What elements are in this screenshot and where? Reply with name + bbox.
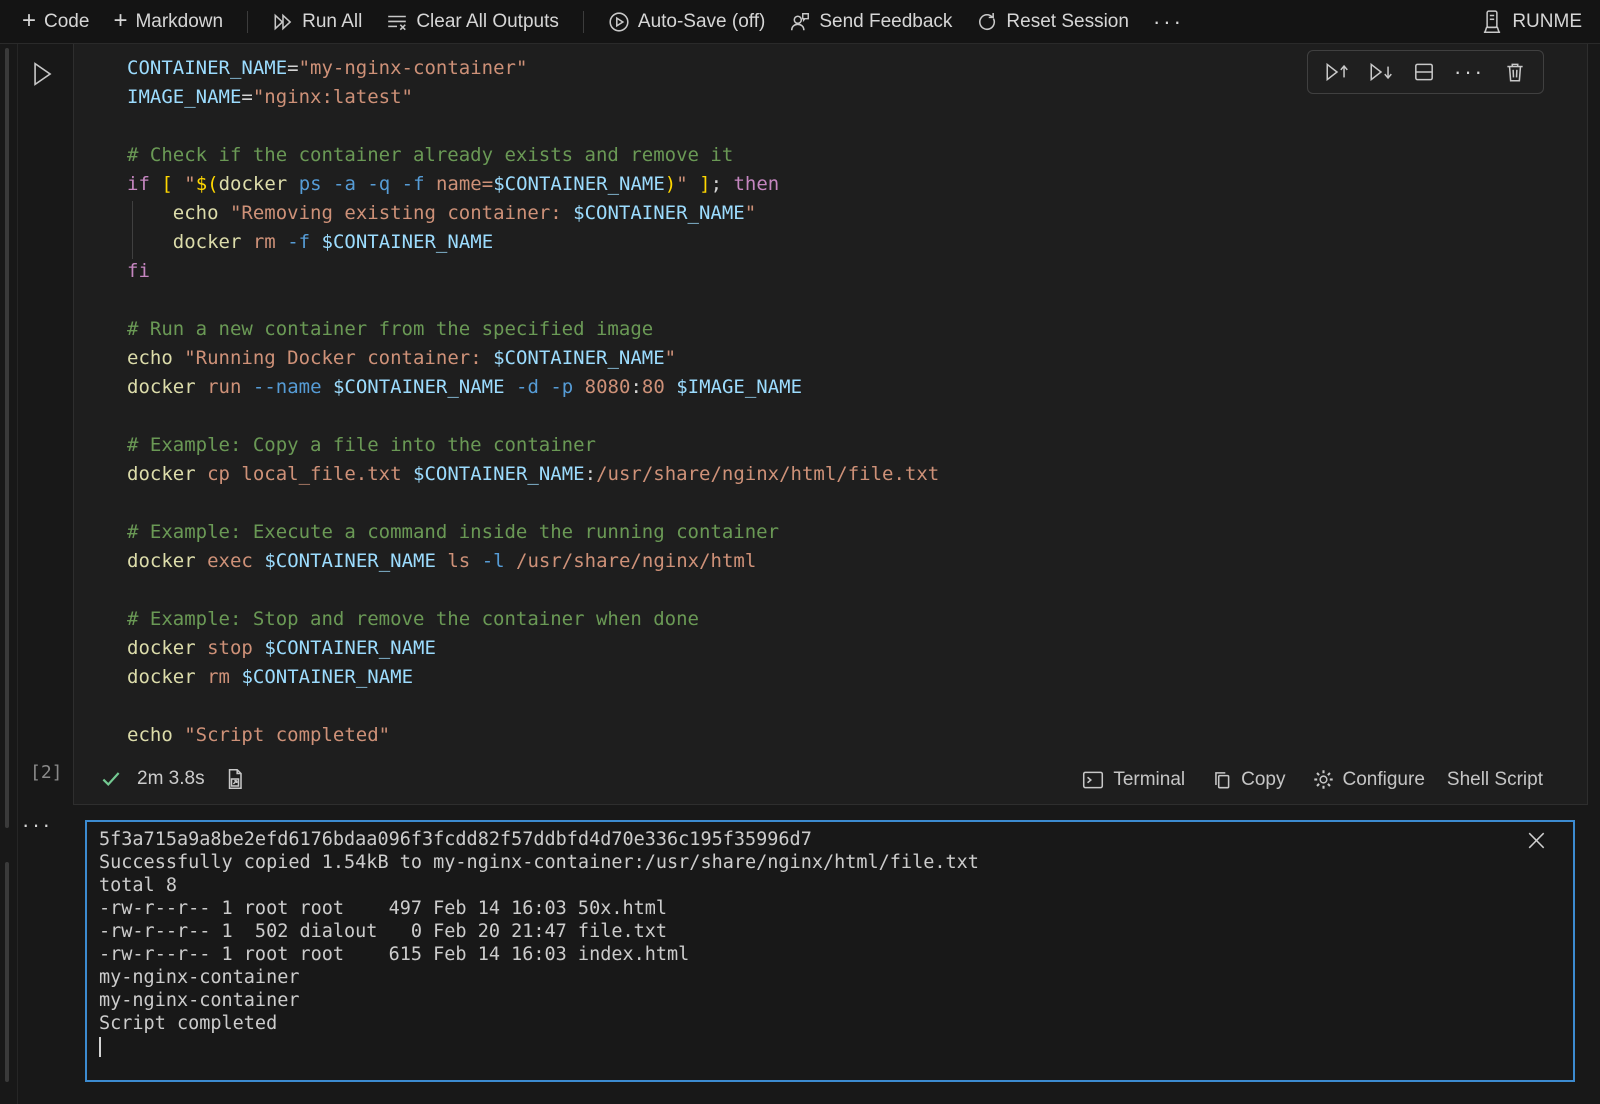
indent-guide bbox=[132, 201, 133, 259]
terminal-button[interactable]: Terminal bbox=[1075, 765, 1191, 795]
reset-session-label: Reset Session bbox=[1006, 11, 1129, 33]
code-line: docker run --name $CONTAINER_NAME -d -p … bbox=[127, 373, 1579, 402]
run-cell-button[interactable] bbox=[28, 58, 58, 90]
cell-status-left: 2m 3.8s bbox=[99, 763, 251, 795]
output-line: 5f3a715a9a8be2efd6176bdaa096f3fcdd82f57d… bbox=[99, 828, 1561, 851]
output-line: -rw-r--r-- 1 502 dialout 0 Feb 20 21:47 … bbox=[99, 920, 1561, 943]
output-line: Script completed bbox=[99, 1012, 1561, 1035]
success-check-icon bbox=[99, 768, 123, 790]
split-cell-button[interactable] bbox=[1408, 56, 1440, 88]
add-code-button[interactable]: + Code bbox=[14, 5, 97, 39]
terminal-label: Terminal bbox=[1113, 769, 1185, 791]
send-feedback-label: Send Feedback bbox=[819, 11, 952, 33]
copy-icon bbox=[1211, 769, 1233, 791]
auto-save-label: Auto-Save (off) bbox=[638, 11, 765, 33]
close-output-button[interactable]: × bbox=[1524, 826, 1549, 856]
terminal-output: 5f3a715a9a8be2efd6176bdaa096f3fcdd82f57d… bbox=[99, 828, 1561, 1057]
reset-session-icon bbox=[976, 11, 998, 33]
toolbar-more-button[interactable]: ··· bbox=[1145, 5, 1192, 39]
clear-all-outputs-label: Clear All Outputs bbox=[416, 11, 559, 33]
run-all-label: Run All bbox=[302, 11, 362, 33]
code-line: docker rm -f $CONTAINER_NAME bbox=[127, 228, 1579, 257]
output-line: total 8 bbox=[99, 874, 1561, 897]
toolbar-left-group: + Code + Markdown Run All Clear All Outp… bbox=[0, 5, 1192, 39]
reset-session-button[interactable]: Reset Session bbox=[968, 5, 1137, 39]
more-icon: ··· bbox=[1454, 59, 1485, 84]
code-line: docker rm $CONTAINER_NAME bbox=[127, 663, 1579, 692]
execution-order-label: [2] bbox=[30, 762, 63, 783]
cell-language-label: Shell Script bbox=[1445, 765, 1545, 795]
send-feedback-button[interactable]: Send Feedback bbox=[781, 5, 960, 39]
auto-save-icon bbox=[608, 11, 630, 33]
auto-save-toggle[interactable]: Auto-Save (off) bbox=[600, 5, 773, 39]
cell-status-right: Terminal Copy Configure Shell Script bbox=[1075, 764, 1545, 795]
code-line: # Check if the container already exists … bbox=[127, 141, 1579, 170]
more-icon: ··· bbox=[22, 812, 53, 837]
code-line: # Example: Execute a command inside the … bbox=[127, 518, 1579, 547]
code-line: docker stop $CONTAINER_NAME bbox=[127, 634, 1579, 663]
code-line bbox=[127, 576, 1579, 605]
terminal-icon bbox=[1081, 769, 1105, 791]
code-editor[interactable]: CONTAINER_NAME="my-nginx-container"IMAGE… bbox=[127, 54, 1579, 750]
open-stats-button[interactable] bbox=[219, 763, 251, 795]
runme-logo-icon bbox=[1480, 9, 1504, 35]
code-line: echo "Removing existing container: $CONT… bbox=[127, 199, 1579, 228]
add-code-label: Code bbox=[44, 11, 89, 33]
code-line bbox=[127, 489, 1579, 518]
code-line bbox=[127, 692, 1579, 721]
delete-cell-button[interactable] bbox=[1499, 56, 1531, 88]
output-line: my-nginx-container bbox=[99, 989, 1561, 1012]
notebook-window: + Code + Markdown Run All Clear All Outp… bbox=[0, 0, 1600, 1104]
output-line: -rw-r--r-- 1 root root 615 Feb 14 16:03 … bbox=[99, 943, 1561, 966]
configure-label: Configure bbox=[1343, 769, 1425, 791]
copy-label: Copy bbox=[1241, 769, 1285, 791]
clear-all-outputs-button[interactable]: Clear All Outputs bbox=[378, 5, 567, 39]
notebook-toolbar: + Code + Markdown Run All Clear All Outp… bbox=[0, 0, 1600, 44]
kernel-label: RUNME bbox=[1512, 11, 1582, 33]
code-line: echo "Script completed" bbox=[127, 721, 1579, 750]
clear-outputs-icon bbox=[386, 12, 408, 32]
gutter-divider bbox=[17, 44, 18, 1104]
code-line: # Run a new container from the specified… bbox=[127, 315, 1579, 344]
plus-icon: + bbox=[113, 9, 127, 33]
output-line: my-nginx-container bbox=[99, 966, 1561, 989]
code-line: echo "Running Docker container: $CONTAIN… bbox=[127, 344, 1579, 373]
cell-focus-indicator[interactable] bbox=[5, 48, 9, 828]
code-line: fi bbox=[127, 257, 1579, 286]
output-line: -rw-r--r-- 1 root root 497 Feb 14 16:03 … bbox=[99, 897, 1561, 920]
execute-below-button[interactable] bbox=[1364, 56, 1398, 88]
toolbar-separator bbox=[247, 11, 248, 33]
gear-icon bbox=[1312, 768, 1335, 791]
code-line bbox=[127, 112, 1579, 141]
code-line: docker cp local_file.txt $CONTAINER_NAME… bbox=[127, 460, 1579, 489]
toolbar-separator bbox=[583, 11, 584, 33]
output-line: Successfully copied 1.54kB to my-nginx-c… bbox=[99, 851, 1561, 874]
code-line: # Example: Stop and remove the container… bbox=[127, 605, 1579, 634]
copy-button[interactable]: Copy bbox=[1205, 765, 1291, 795]
code-cell[interactable]: CONTAINER_NAME="my-nginx-container"IMAGE… bbox=[73, 44, 1588, 805]
code-line: # Example: Copy a file into the containe… bbox=[127, 431, 1579, 460]
run-all-icon bbox=[272, 12, 294, 32]
more-icon: ··· bbox=[1153, 11, 1184, 33]
feedback-icon bbox=[789, 11, 811, 33]
output-menu-button[interactable]: ··· bbox=[22, 814, 53, 836]
add-markdown-label: Markdown bbox=[135, 11, 223, 33]
add-markdown-button[interactable]: + Markdown bbox=[105, 5, 231, 39]
code-line bbox=[127, 402, 1579, 431]
output-focus-indicator[interactable] bbox=[5, 862, 9, 1082]
execute-above-button[interactable] bbox=[1320, 56, 1354, 88]
run-all-button[interactable]: Run All bbox=[264, 5, 370, 39]
code-line bbox=[127, 286, 1579, 315]
code-line: if [ "$(docker ps -a -q -f name=$CONTAIN… bbox=[127, 170, 1579, 199]
plus-icon: + bbox=[22, 9, 36, 33]
execution-duration: 2m 3.8s bbox=[137, 768, 205, 790]
toolbar-right-group: RUNME bbox=[1472, 3, 1600, 41]
cell-more-actions-button[interactable]: ··· bbox=[1450, 57, 1489, 87]
configure-button[interactable]: Configure bbox=[1306, 764, 1431, 795]
kernel-selector[interactable]: RUNME bbox=[1472, 3, 1590, 41]
terminal-cursor bbox=[99, 1037, 101, 1057]
cell-toolbar: ··· bbox=[1307, 50, 1544, 94]
code-line: docker exec $CONTAINER_NAME ls -l /usr/s… bbox=[127, 547, 1579, 576]
cell-output[interactable]: × 5f3a715a9a8be2efd6176bdaa096f3fcdd82f5… bbox=[85, 820, 1575, 1082]
